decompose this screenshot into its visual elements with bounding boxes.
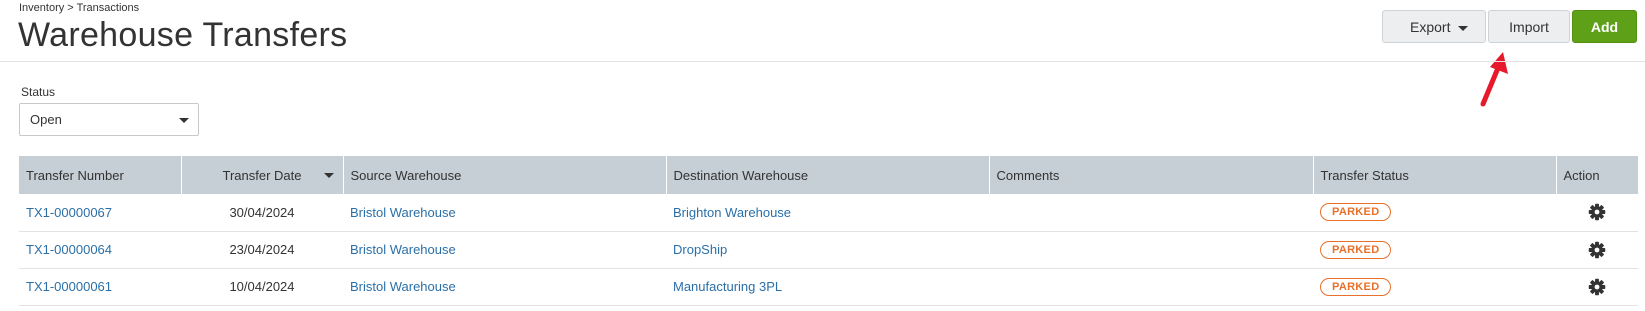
chevron-down-icon — [1458, 26, 1468, 31]
page-title: Warehouse Transfers — [18, 16, 348, 54]
export-dropdown-button[interactable]: Export — [1382, 10, 1486, 43]
transfer-date-cell: 30/04/2024 — [181, 194, 343, 232]
destination-warehouse-link[interactable]: DropShip — [673, 242, 727, 257]
header-divider — [0, 61, 1645, 62]
transfer-number-link[interactable]: TX1-00000061 — [26, 279, 112, 294]
status-filter-select[interactable]: Open — [19, 103, 199, 136]
column-header-destination-warehouse[interactable]: Destination Warehouse — [666, 156, 990, 194]
comments-cell — [989, 194, 1313, 232]
source-warehouse-link[interactable]: Bristol Warehouse — [350, 205, 456, 220]
chevron-down-icon — [179, 118, 189, 123]
transfers-table: Transfer Number Transfer Date Source War… — [19, 156, 1638, 306]
breadcrumb[interactable]: Inventory > Transactions — [19, 2, 139, 14]
table-row: TX1-00000061 10/04/2024 Bristol Warehous… — [19, 268, 1638, 306]
column-header-source-warehouse[interactable]: Source Warehouse — [343, 156, 667, 194]
destination-warehouse-link[interactable]: Brighton Warehouse — [673, 205, 791, 220]
status-filter-label: Status — [21, 85, 56, 99]
transfer-number-link[interactable]: TX1-00000064 — [26, 242, 112, 257]
destination-warehouse-link[interactable]: Manufacturing 3PL — [673, 279, 782, 294]
sort-desc-icon[interactable] — [323, 173, 334, 178]
table-header-row: Transfer Number Transfer Date Source War… — [19, 156, 1638, 194]
gear-icon[interactable] — [1588, 203, 1606, 221]
column-header-transfer-date-label: Transfer Date — [222, 167, 302, 183]
column-header-transfer-status[interactable]: Transfer Status — [1313, 156, 1557, 194]
status-filter-value: Open — [30, 112, 62, 127]
column-header-transfer-date[interactable]: Transfer Date — [181, 156, 344, 194]
comments-cell — [989, 231, 1313, 269]
export-button-label: Export — [1410, 18, 1451, 35]
transfer-date-cell: 10/04/2024 — [181, 268, 343, 306]
source-warehouse-link[interactable]: Bristol Warehouse — [350, 279, 456, 294]
red-arrow-icon — [1480, 52, 1508, 107]
status-badge: PARKED — [1320, 240, 1392, 259]
gear-icon[interactable] — [1588, 241, 1606, 259]
import-button[interactable]: Import — [1488, 10, 1570, 43]
gear-icon[interactable] — [1588, 278, 1606, 296]
source-warehouse-link[interactable]: Bristol Warehouse — [350, 242, 456, 257]
column-header-comments[interactable]: Comments — [989, 156, 1314, 194]
column-header-action: Action — [1556, 156, 1638, 194]
status-badge: PARKED — [1320, 277, 1392, 296]
table-row: TX1-00000064 23/04/2024 Bristol Warehous… — [19, 231, 1638, 269]
comments-cell — [989, 268, 1313, 306]
status-badge: PARKED — [1320, 203, 1392, 222]
column-header-transfer-number[interactable]: Transfer Number — [19, 156, 182, 194]
table-row: TX1-00000067 30/04/2024 Bristol Warehous… — [19, 194, 1638, 232]
transfer-number-link[interactable]: TX1-00000067 — [26, 205, 112, 220]
add-button[interactable]: Add — [1572, 10, 1637, 43]
transfer-date-cell: 23/04/2024 — [181, 231, 343, 269]
